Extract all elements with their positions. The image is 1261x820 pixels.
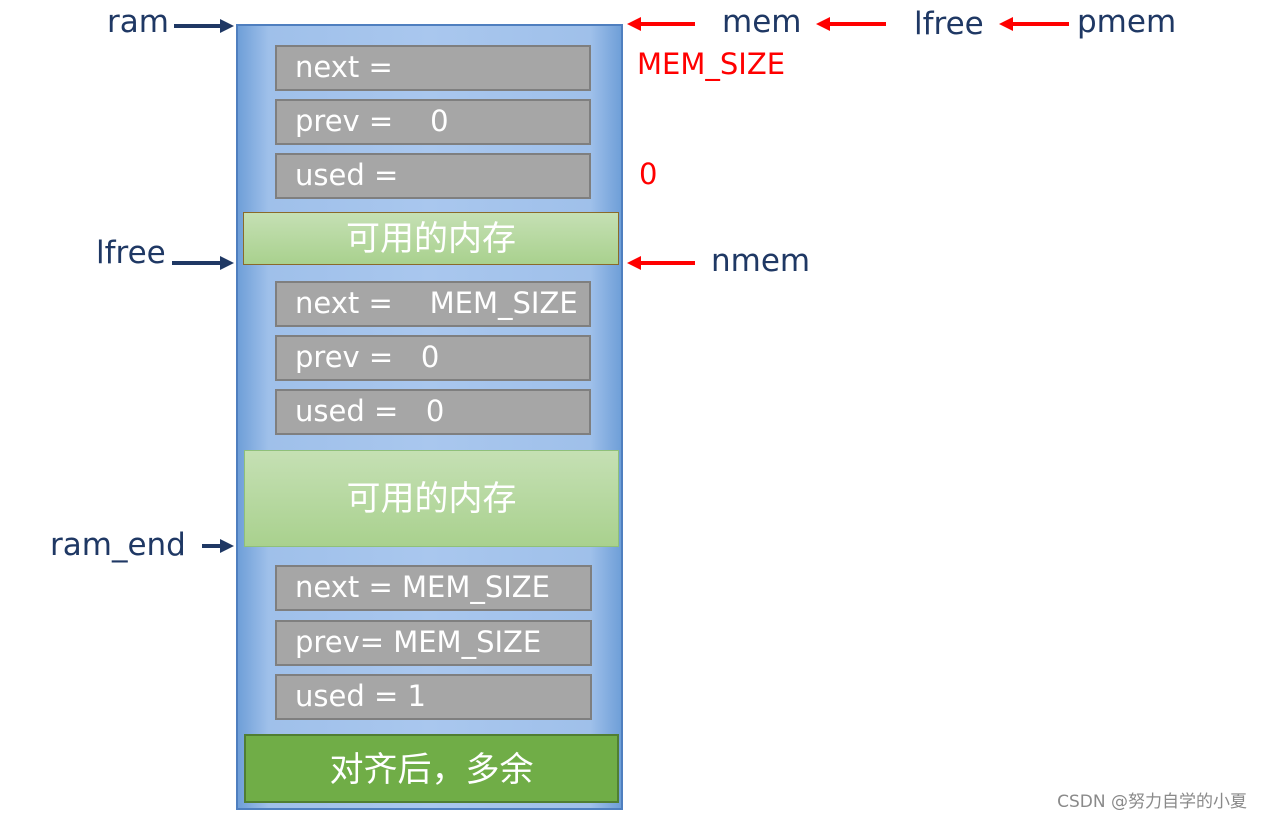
available-memory-1: 可用的内存 (243, 212, 619, 265)
second-next-field: next = MEM_SIZE (275, 281, 591, 327)
alignment-remainder-block: 对齐后，多余 (244, 734, 619, 803)
csdn-watermark: CSDN @努力自学的小夏 (1057, 792, 1247, 812)
available-memory-2: 可用的内存 (244, 450, 619, 547)
second-prev-field: prev = 0 (275, 335, 591, 381)
pmem-pointer-label: pmem (1077, 4, 1177, 40)
mem-arrow-icon (627, 17, 695, 31)
first-used-field: used = (275, 153, 591, 199)
mem-pointer-label: mem (722, 4, 802, 40)
nmem-arrow-icon (627, 256, 695, 270)
ram-pointer-label: ram (107, 4, 169, 40)
end-used-field: used = 1 (275, 674, 592, 720)
lfree-right-arrow-icon (816, 17, 886, 31)
lfree-left-pointer-label: lfree (96, 235, 166, 271)
lfree-right-pointer-label: lfree (914, 6, 984, 42)
lfree-left-arrow-icon (172, 256, 234, 270)
end-next-field: next = MEM_SIZE (275, 565, 592, 611)
ram-end-pointer-label: ram_end (50, 527, 186, 563)
first-prev-field: prev = 0 (275, 99, 591, 145)
second-used-field: used = 0 (275, 389, 591, 435)
pmem-arrow-icon (999, 17, 1069, 31)
ram-arrow-icon (174, 19, 234, 33)
ram-end-arrow-icon (202, 539, 234, 553)
nmem-pointer-label: nmem (711, 243, 811, 279)
mem-used-annotation: 0 (639, 157, 658, 191)
first-next-field: next = (275, 45, 591, 91)
end-prev-field: prev= MEM_SIZE (275, 620, 592, 666)
mem-next-annotation: MEM_SIZE (637, 47, 786, 81)
